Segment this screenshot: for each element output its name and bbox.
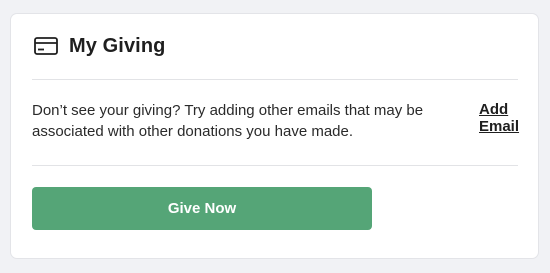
- give-now-button[interactable]: Give Now: [32, 187, 372, 230]
- add-email-prompt-text: Don’t see your giving? Try adding other …: [32, 102, 424, 140]
- credit-card-icon: [34, 37, 58, 55]
- card-header: My Giving: [34, 34, 165, 58]
- card-title: My Giving: [69, 34, 166, 57]
- divider: [32, 165, 518, 166]
- my-giving-card: My Giving Don’t see your giving? Try add…: [11, 14, 538, 258]
- divider: [32, 79, 518, 80]
- add-email-link[interactable]: Add Email: [479, 101, 523, 135]
